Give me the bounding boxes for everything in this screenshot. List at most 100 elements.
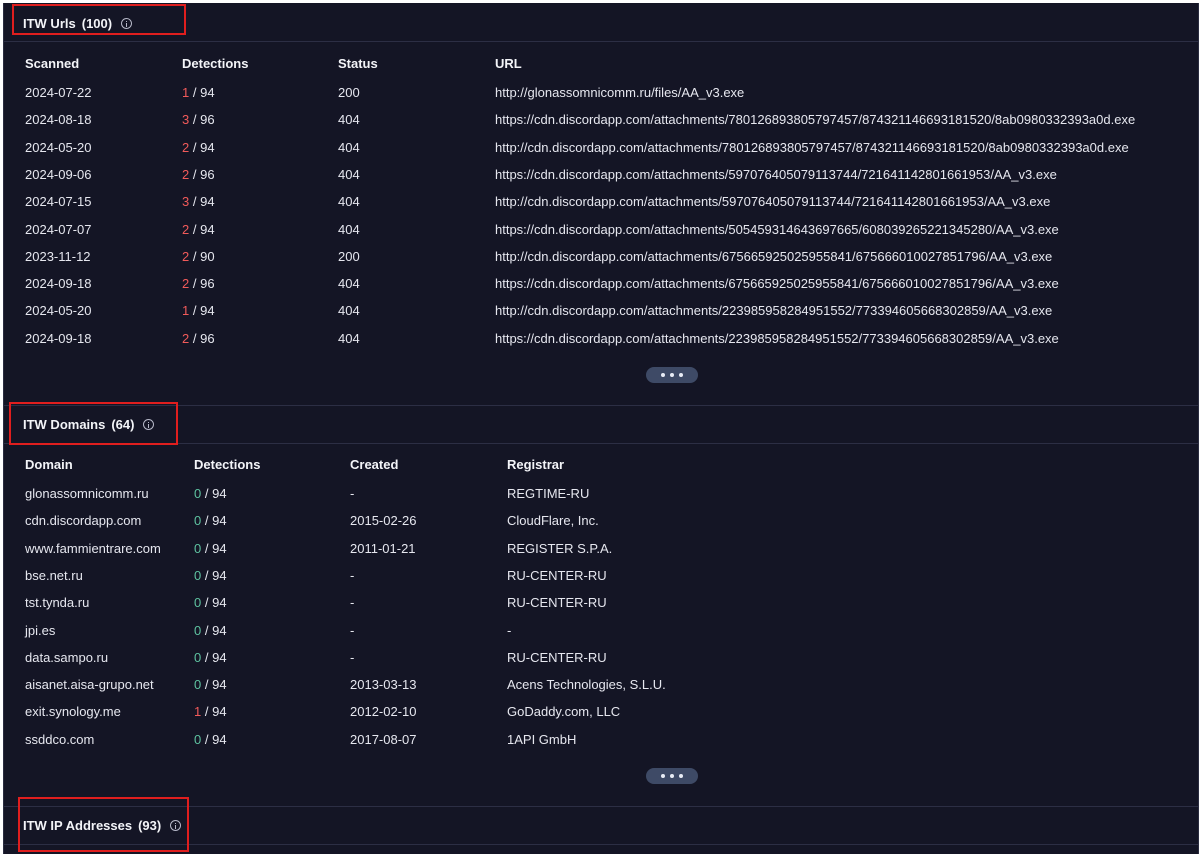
col-header-detections[interactable]: Detections	[194, 457, 260, 472]
info-icon[interactable]	[121, 18, 133, 29]
status-cell: 404	[338, 276, 360, 292]
detections-cell: 3 / 94	[182, 193, 215, 210]
table-row[interactable]: jpi.es 0 / 94 - -	[4, 622, 1198, 649]
itw-ip-header[interactable]: ITW IP Addresses (93)	[4, 808, 1198, 844]
itw-domains-header[interactable]: ITW Domains (64)	[4, 407, 1198, 443]
domain-link[interactable]: bse.net.ru	[25, 567, 83, 584]
domain-link[interactable]: www.fammientrare.com	[25, 540, 161, 557]
domain-link[interactable]: tst.tynda.ru	[25, 594, 89, 611]
scanned-cell: 2024-05-20	[25, 139, 92, 155]
detection-total: / 94	[204, 513, 227, 529]
domain-link[interactable]: jpi.es	[25, 622, 55, 639]
detections-cell: 2 / 96	[182, 330, 215, 347]
domain-link[interactable]: ssddco.com	[25, 731, 94, 748]
table-row[interactable]: 2024-09-06 2 / 96 404 https://cdn.discordap…	[4, 166, 1198, 193]
status-cell: 404	[338, 303, 360, 319]
table-row[interactable]: cdn.discordapp.com 0 / 94 2015-02-26 CloudF…	[4, 512, 1198, 539]
url-link[interactable]: http://cdn.discordapp.com/attachments/78…	[495, 139, 1129, 156]
status-cell: 404	[338, 112, 360, 128]
domain-link[interactable]: aisanet.aisa-grupo.net	[25, 676, 154, 693]
ellipsis-dot-icon	[679, 373, 683, 377]
itw-urls-header[interactable]: ITW Urls (100)	[4, 6, 1198, 42]
info-icon[interactable]	[143, 419, 155, 430]
scanned-cell: 2024-07-22	[25, 85, 92, 100]
table-row[interactable]: 2024-07-22 1 / 94 200 http://glonassomnicom…	[4, 84, 1198, 111]
registrar-cell: 1API GmbH	[507, 731, 577, 747]
divider	[4, 443, 1198, 444]
url-link[interactable]: http://cdn.discordapp.com/attachments/59…	[495, 193, 1050, 210]
domain-link[interactable]: glonassomnicomm.ru	[25, 485, 149, 502]
detections-cell: 2 / 94	[182, 139, 215, 156]
registrar-cell: Acens Technologies, S.L.U.	[507, 677, 666, 693]
url-link[interactable]: https://cdn.discordapp.com/attachments/2…	[495, 330, 1059, 347]
scanned-cell: 2024-09-18	[25, 276, 92, 292]
detection-count: 2	[182, 166, 190, 182]
detections-cell: 3 / 96	[182, 111, 215, 128]
table-row[interactable]: 2024-09-18 2 / 96 404 https://cdn.discordap…	[4, 330, 1198, 357]
detection-total: / 94	[192, 194, 215, 210]
info-icon[interactable]	[170, 820, 182, 831]
detection-total: / 94	[192, 221, 215, 237]
url-link[interactable]: https://cdn.discordapp.com/attachments/7…	[495, 111, 1135, 128]
domain-link[interactable]: data.sampo.ru	[25, 649, 108, 666]
table-row[interactable]: aisanet.aisa-grupo.net 0 / 94 2013-03-13 Ac…	[4, 676, 1198, 703]
detection-count: 1	[182, 85, 190, 100]
detection-total: / 94	[204, 540, 227, 556]
table-row[interactable]: bse.net.ru 0 / 94 - RU-CENTER-RU	[4, 567, 1198, 594]
detections-cell: 0 / 94	[194, 622, 227, 639]
detections-cell: 2 / 96	[182, 275, 215, 292]
detection-total: / 94	[204, 677, 227, 693]
scanned-cell: 2024-07-07	[25, 221, 92, 237]
urls-show-more-button[interactable]	[646, 367, 698, 383]
col-header-status[interactable]: Status	[338, 56, 378, 71]
status-cell: 404	[338, 139, 360, 155]
ellipsis-dot-icon	[679, 774, 683, 778]
itw-domains-title: ITW Domains (64)	[23, 417, 155, 432]
registrar-cell: RU-CENTER-RU	[507, 649, 607, 665]
table-row[interactable]: 2023-11-12 2 / 90 200 http://cdn.discordapp…	[4, 248, 1198, 275]
url-link[interactable]: https://cdn.discordapp.com/attachments/6…	[495, 275, 1059, 292]
detection-total: / 94	[204, 567, 227, 583]
detections-cell: 2 / 90	[182, 248, 215, 265]
table-row[interactable]: 2024-07-07 2 / 94 404 https://cdn.discordap…	[4, 221, 1198, 248]
table-row[interactable]: 2024-05-20 2 / 94 404 http://cdn.discordapp…	[4, 139, 1198, 166]
col-header-url[interactable]: URL	[495, 56, 522, 71]
url-link[interactable]: https://cdn.discordapp.com/attachments/5…	[495, 166, 1057, 183]
url-link[interactable]: http://cdn.discordapp.com/attachments/67…	[495, 248, 1052, 265]
table-row[interactable]: 2024-05-20 1 / 94 404 http://cdn.discordapp…	[4, 302, 1198, 329]
detection-count: 0	[194, 513, 202, 529]
table-row[interactable]: exit.synology.me 1 / 94 2012-02-10 GoDaddy.…	[4, 703, 1198, 730]
detections-cell: 0 / 94	[194, 540, 227, 557]
table-row[interactable]: ssddco.com 0 / 94 2017-08-07 1API GmbH	[4, 731, 1198, 758]
domain-link[interactable]: exit.synology.me	[25, 703, 121, 720]
col-header-domain[interactable]: Domain	[25, 457, 73, 472]
col-header-scanned[interactable]: Scanned	[25, 56, 79, 71]
detection-count: 3	[182, 112, 190, 128]
detections-cell: 0 / 94	[194, 485, 227, 502]
url-link[interactable]: http://glonassomnicomm.ru/files/AA_v3.ex…	[495, 84, 744, 101]
url-link[interactable]: http://cdn.discordapp.com/attachments/22…	[495, 302, 1052, 319]
table-row[interactable]: 2024-08-18 3 / 96 404 https://cdn.discordap…	[4, 111, 1198, 138]
divider	[4, 405, 1198, 406]
detection-total: / 94	[192, 303, 215, 319]
detection-total: / 96	[192, 112, 215, 128]
itw-urls-count: (100)	[81, 16, 113, 31]
col-header-detections[interactable]: Detections	[182, 56, 248, 71]
detection-count: 0	[194, 649, 202, 665]
detection-count: 0	[194, 622, 202, 638]
col-header-registrar[interactable]: Registrar	[507, 457, 564, 472]
table-row[interactable]: tst.tynda.ru 0 / 94 - RU-CENTER-RU	[4, 594, 1198, 621]
url-link[interactable]: https://cdn.discordapp.com/attachments/5…	[495, 221, 1059, 238]
detection-count: 0	[194, 486, 202, 501]
registrar-cell: RU-CENTER-RU	[507, 567, 607, 583]
table-row[interactable]: glonassomnicomm.ru 0 / 94 - REGTIME-RU	[4, 485, 1198, 512]
table-row[interactable]: www.fammientrare.com 0 / 94 2011-01-21 REGI…	[4, 540, 1198, 567]
table-row[interactable]: 2024-09-18 2 / 96 404 https://cdn.discordap…	[4, 275, 1198, 302]
registrar-cell: GoDaddy.com, LLC	[507, 704, 621, 720]
table-row[interactable]: data.sampo.ru 0 / 94 - RU-CENTER-RU	[4, 649, 1198, 676]
table-row[interactable]: 2024-07-15 3 / 94 404 http://cdn.discordapp…	[4, 193, 1198, 220]
domain-link[interactable]: cdn.discordapp.com	[25, 512, 141, 529]
domains-show-more-button[interactable]	[646, 768, 698, 784]
col-header-created[interactable]: Created	[350, 457, 398, 472]
itw-domains-count: (64)	[111, 417, 135, 432]
